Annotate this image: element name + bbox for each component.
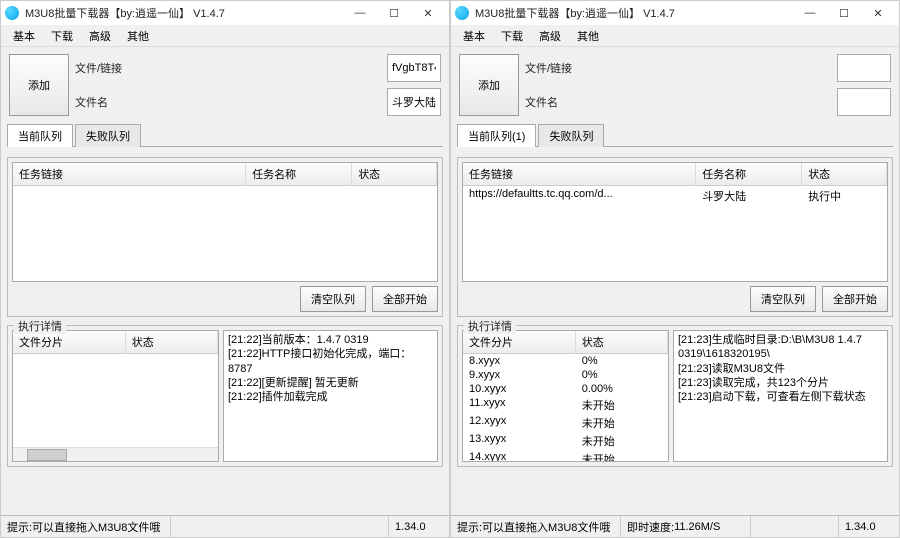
detail-group: 执行详情 文件分片 状态 [21:22]当前版本：1.4.7 0319 [21:…: [7, 325, 443, 467]
queue-group: 任务链接 任务名称 状态 清空队列 全部开始: [7, 157, 443, 317]
tabs-area: 当前队列(1) 失败队列: [451, 123, 899, 147]
menu-download[interactable]: 下载: [493, 26, 531, 46]
col-name[interactable]: 任务名称: [696, 163, 802, 185]
detail-group-title: 执行详情: [464, 318, 516, 334]
titlebar[interactable]: M3U8批量下载器【by:逍遥一仙】 V1.4.7 — ☐ ✕: [1, 1, 449, 25]
list-item[interactable]: 14.xyyx未开始: [463, 450, 668, 461]
tab-current-queue[interactable]: 当前队列(1): [457, 124, 536, 147]
queue-table[interactable]: 任务链接 任务名称 状态: [12, 162, 438, 282]
col-status[interactable]: 状态: [802, 163, 887, 185]
list-item[interactable]: 9.xyyx0%: [463, 368, 668, 382]
queue-group: 任务链接 任务名称 状态 https://defaultts.tc.qq.com…: [457, 157, 893, 317]
col-status[interactable]: 状态: [352, 163, 437, 185]
form-area: 文件/链接 添加 文件名: [451, 47, 899, 123]
maximize-button[interactable]: ☐: [377, 1, 411, 25]
col-part-status[interactable]: 状态: [576, 331, 668, 353]
list-item[interactable]: 13.xyyx未开始: [463, 432, 668, 450]
file-name-label: 文件名: [525, 94, 831, 110]
window-left: M3U8批量下载器【by:逍遥一仙】 V1.4.7 — ☐ ✕ 基本 下载 高级…: [0, 0, 450, 538]
log-box[interactable]: [21:23]生成临时目录:D:\B\M3U8 1.4.7 0319\16183…: [673, 330, 888, 462]
tab-failed-queue[interactable]: 失败队列: [75, 124, 141, 147]
menu-basic[interactable]: 基本: [5, 26, 43, 46]
window-right: M3U8批量下载器【by:逍遥一仙】 V1.4.7 — ☐ ✕ 基本 下载 高级…: [450, 0, 900, 538]
tabs-area: 当前队列 失败队列: [1, 123, 449, 147]
statusbar: 提示:可以直接拖入M3U8文件哦 1.34.0: [1, 515, 449, 537]
col-name[interactable]: 任务名称: [246, 163, 352, 185]
col-part-status[interactable]: 状态: [126, 331, 218, 353]
status-version: 1.34.0: [389, 516, 449, 537]
status-hint: 提示:可以直接拖入M3U8文件哦: [1, 516, 171, 537]
col-link[interactable]: 任务链接: [13, 163, 246, 185]
menu-download[interactable]: 下载: [43, 26, 81, 46]
form-area: 文件/链接 添加 文件名: [1, 47, 449, 123]
close-button[interactable]: ✕: [861, 1, 895, 25]
start-all-button[interactable]: 全部开始: [822, 286, 888, 312]
menu-other[interactable]: 其他: [119, 26, 157, 46]
titlebar[interactable]: M3U8批量下载器【by:逍遥一仙】 V1.4.7 — ☐ ✕: [451, 1, 899, 25]
app-icon: [5, 6, 19, 20]
tab-failed-queue[interactable]: 失败队列: [538, 124, 604, 147]
app-icon: [455, 6, 469, 20]
list-item[interactable]: 8.xyyx0%: [463, 354, 668, 368]
col-part[interactable]: 文件分片: [13, 331, 126, 353]
detail-group-title: 执行详情: [14, 318, 66, 334]
clear-queue-button[interactable]: 清空队列: [750, 286, 816, 312]
file-link-input[interactable]: [387, 54, 441, 82]
menu-advanced[interactable]: 高级: [531, 26, 569, 46]
menu-advanced[interactable]: 高级: [81, 26, 119, 46]
list-item[interactable]: 10.xyyx0.00%: [463, 382, 668, 396]
file-name-input[interactable]: [387, 88, 441, 116]
maximize-button[interactable]: ☐: [827, 1, 861, 25]
statusbar: 提示:可以直接拖入M3U8文件哦 即时速度:11.26M/S 1.34.0: [451, 515, 899, 537]
file-link-label: 文件/链接: [75, 60, 381, 76]
table-row[interactable]: https://defaultts.tc.qq.com/d... 斗罗大陆 执行…: [463, 186, 887, 206]
app-title: M3U8批量下载器【by:逍遥一仙】 V1.4.7: [475, 5, 793, 21]
minimize-button[interactable]: —: [343, 1, 377, 25]
queue-table[interactable]: 任务链接 任务名称 状态 https://defaultts.tc.qq.com…: [462, 162, 888, 282]
menubar: 基本 下载 高级 其他: [1, 25, 449, 47]
app-title: M3U8批量下载器【by:逍遥一仙】 V1.4.7: [25, 5, 343, 21]
menu-other[interactable]: 其他: [569, 26, 607, 46]
close-button[interactable]: ✕: [411, 1, 445, 25]
log-box[interactable]: [21:22]当前版本：1.4.7 0319 [21:22]HTTP接口初始化完…: [223, 330, 438, 462]
list-item[interactable]: 11.xyyx未开始: [463, 396, 668, 414]
add-button[interactable]: 添加: [459, 54, 519, 116]
start-all-button[interactable]: 全部开始: [372, 286, 438, 312]
menu-basic[interactable]: 基本: [455, 26, 493, 46]
detail-table[interactable]: 文件分片 状态: [12, 330, 219, 462]
status-speed: 即时速度:11.26M/S: [621, 516, 751, 537]
file-link-label: 文件/链接: [525, 60, 831, 76]
add-button[interactable]: 添加: [9, 54, 69, 116]
detail-table[interactable]: 文件分片 状态 8.xyyx0%9.xyyx0%10.xyyx0.00%11.x…: [462, 330, 669, 462]
tab-current-queue[interactable]: 当前队列: [7, 124, 73, 147]
menubar: 基本 下载 高级 其他: [451, 25, 899, 47]
file-link-input[interactable]: [837, 54, 891, 82]
detail-group: 执行详情 文件分片 状态 8.xyyx0%9.xyyx0%10.xyyx0.00…: [457, 325, 893, 467]
list-item[interactable]: 12.xyyx未开始: [463, 414, 668, 432]
col-link[interactable]: 任务链接: [463, 163, 696, 185]
col-part[interactable]: 文件分片: [463, 331, 576, 353]
horizontal-scrollbar[interactable]: [13, 447, 218, 461]
file-name-label: 文件名: [75, 94, 381, 110]
status-hint: 提示:可以直接拖入M3U8文件哦: [451, 516, 621, 537]
clear-queue-button[interactable]: 清空队列: [300, 286, 366, 312]
file-name-input[interactable]: [837, 88, 891, 116]
minimize-button[interactable]: —: [793, 1, 827, 25]
status-version: 1.34.0: [839, 516, 899, 537]
